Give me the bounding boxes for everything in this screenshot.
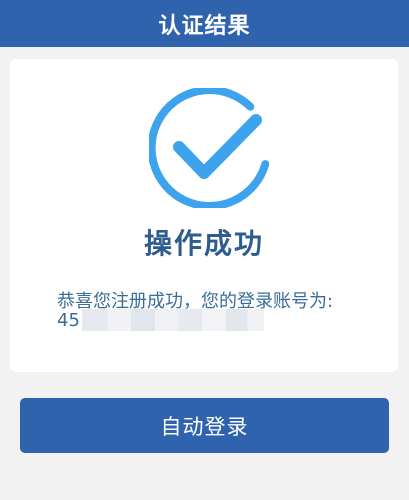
account-number-visible: 45 [57, 309, 80, 331]
auto-login-label: 自动登录 [160, 414, 249, 439]
header-bar: 认证结果 [0, 0, 409, 47]
check-circle-icon [149, 88, 269, 208]
status-title: 操作成功 [143, 227, 264, 260]
result-card: 操作成功 恭喜您注册成功，您的登录账号为: 45 [10, 59, 398, 372]
page-title: 认证结果 [158, 13, 251, 39]
account-number: 45 [57, 307, 264, 333]
auto-login-button[interactable]: 自动登录 [20, 398, 389, 453]
account-number-blur [81, 309, 264, 331]
